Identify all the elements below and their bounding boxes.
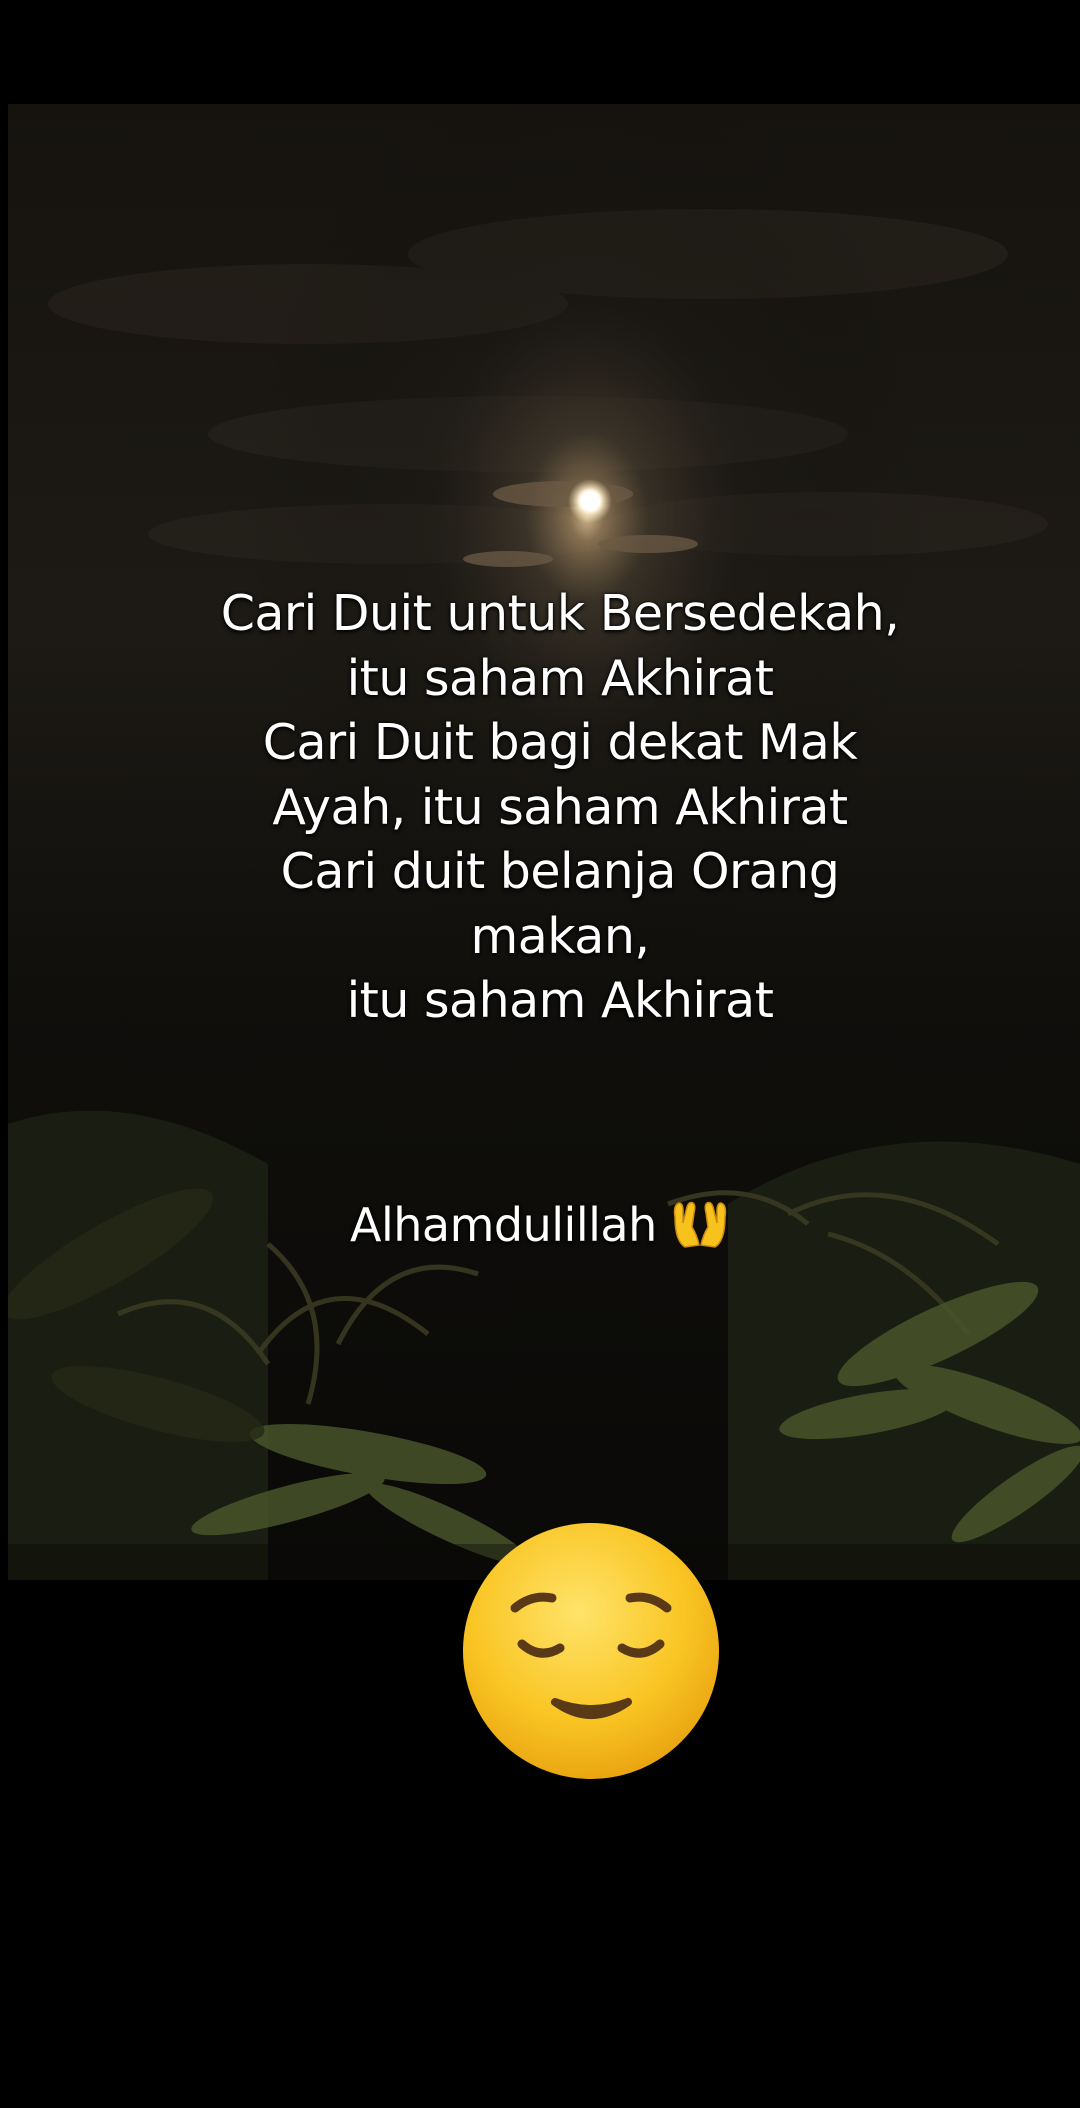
quote-line: Cari Duit untuk Bersedekah, (220, 585, 900, 642)
quote-line: itu saham Akhirat (346, 972, 774, 1029)
quote-text: Cari Duit untuk Bersedekah, itu saham Ak… (0, 582, 1080, 1034)
closing-text: Alhamdulillah (350, 1198, 657, 1252)
quote-line: Ayah, itu saham Akhirat (272, 778, 848, 836)
quote-line: Cari duit belanja Orang (280, 843, 840, 900)
relieved-face-icon (463, 1523, 719, 1779)
palms-up-together-icon (673, 1201, 726, 1248)
quote-line: itu saham Akhirat (346, 649, 774, 707)
quote-line: Cari Duit bagi dekat Mak (262, 714, 858, 771)
quote-line: makan, (470, 907, 650, 965)
closing-line: Alhamdulillah (350, 1195, 729, 1255)
